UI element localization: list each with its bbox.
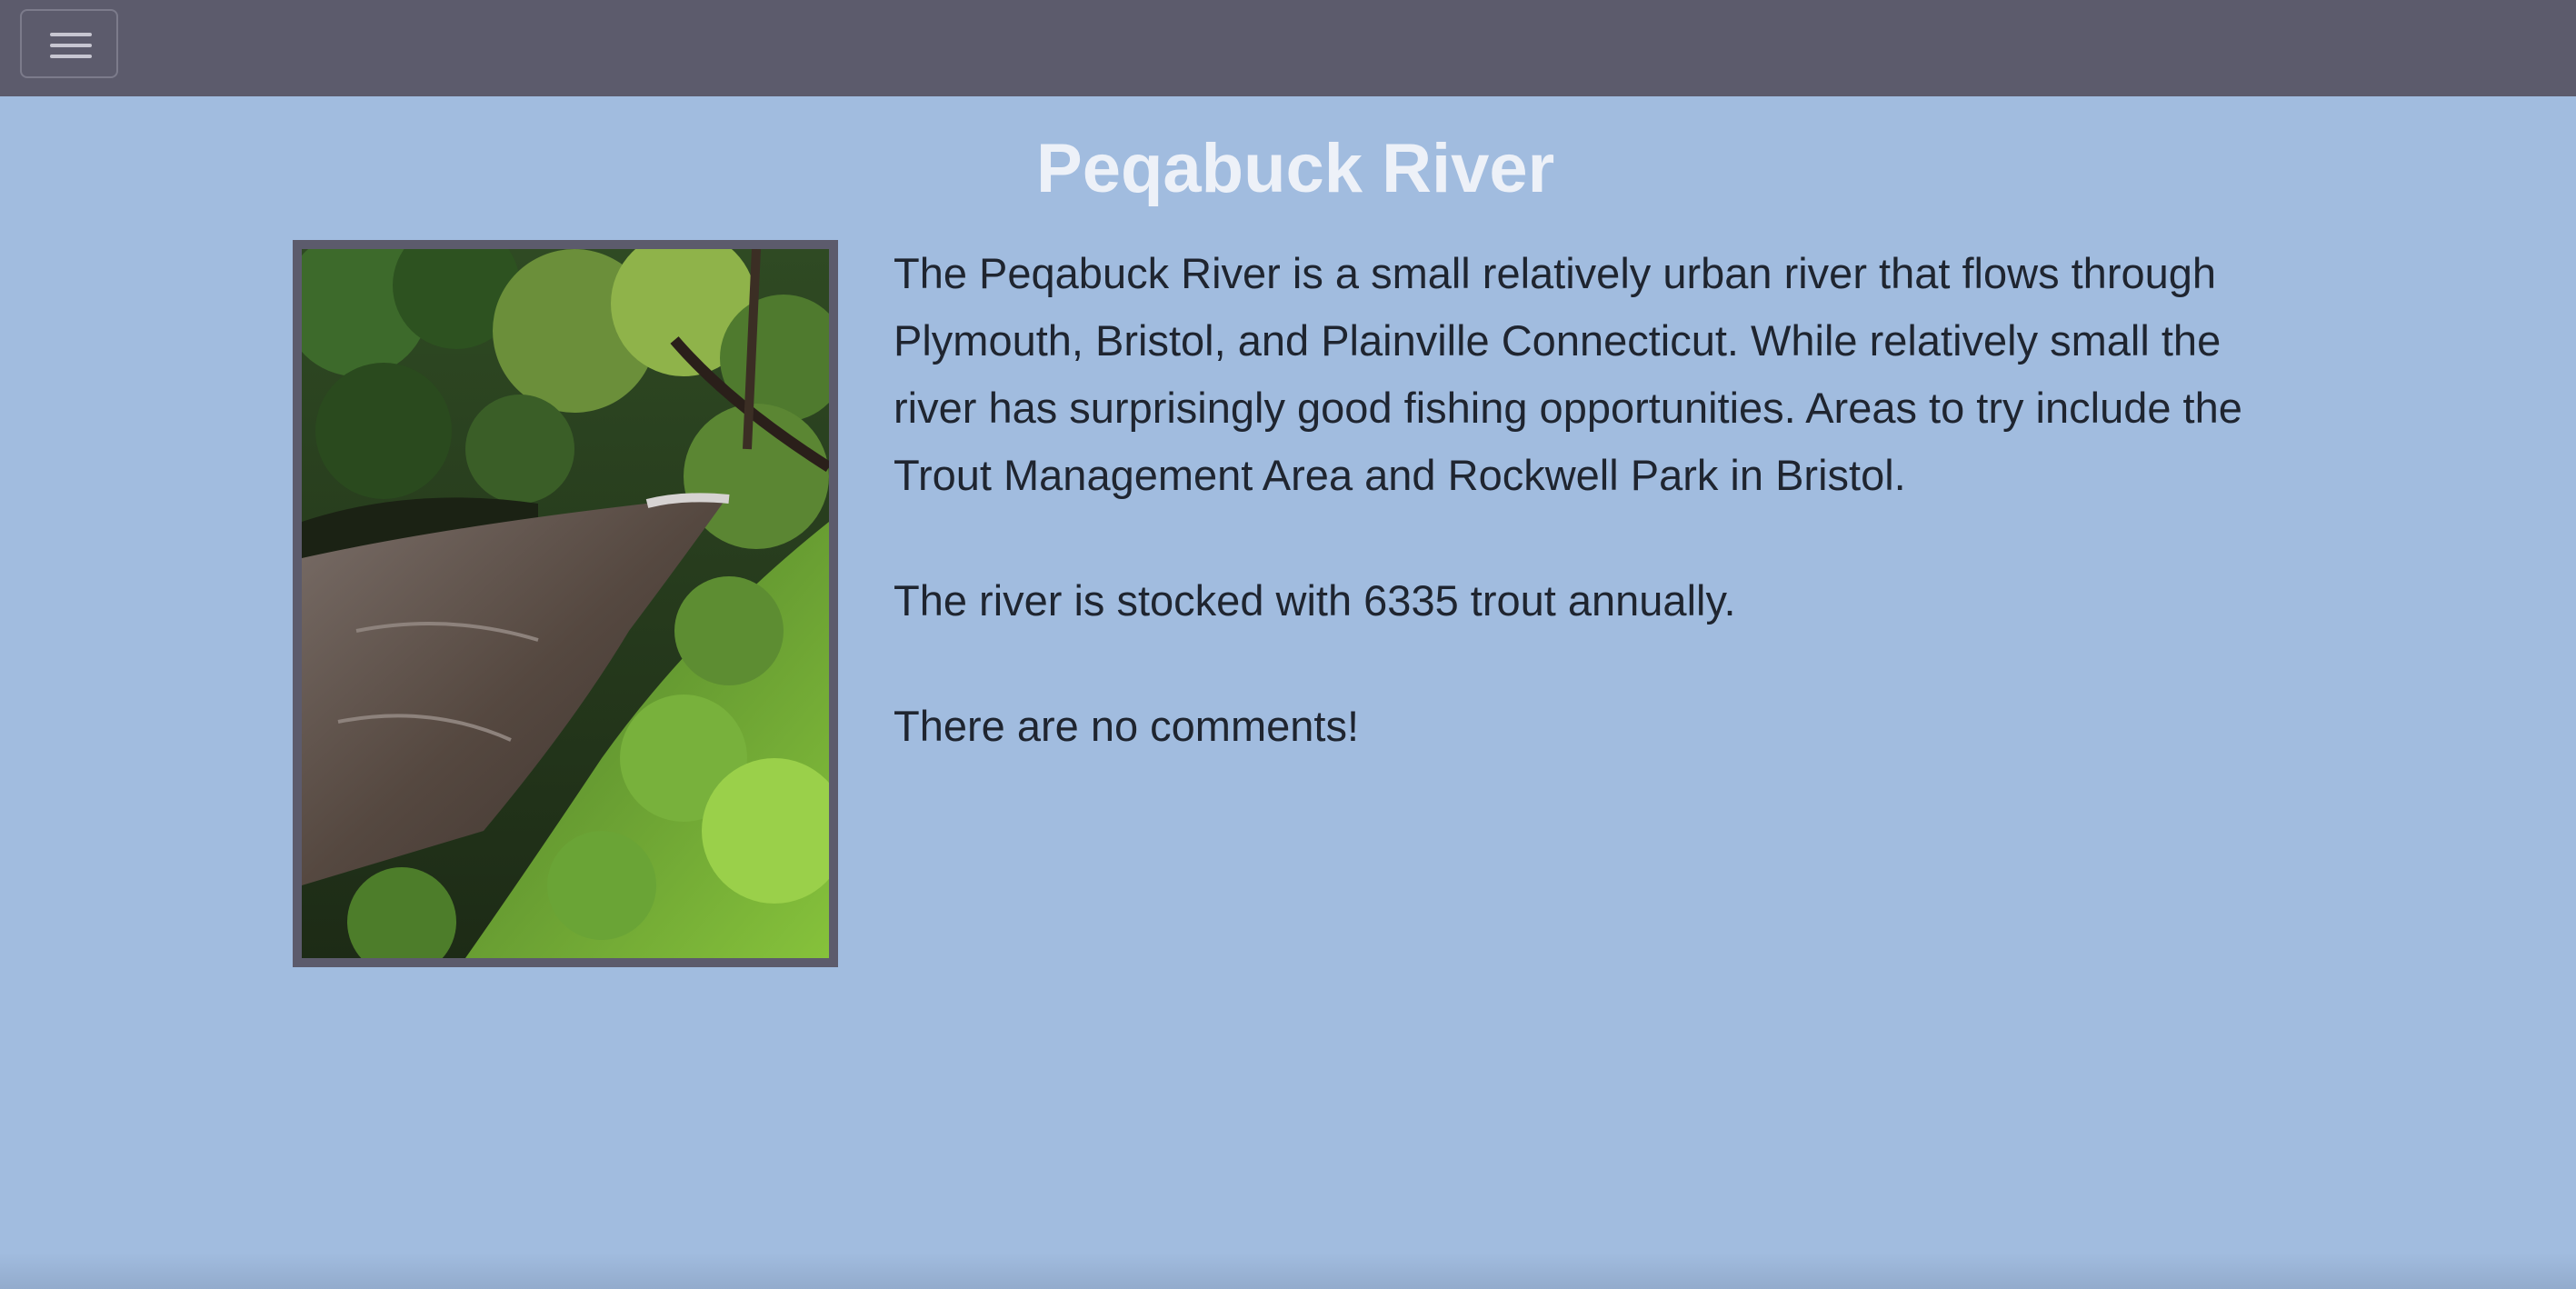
menu-toggle-button[interactable] [20, 9, 118, 78]
bottom-shadow [0, 1253, 2576, 1289]
page-title: Peqabuck River [1036, 130, 1555, 207]
river-details: The Peqabuck River is a small relatively… [894, 240, 2275, 818]
river-photo [293, 240, 838, 967]
river-photo-image [302, 249, 829, 958]
river-description: The Peqabuck River is a small relatively… [894, 249, 2242, 499]
comments-status: There are no comments! [894, 702, 1359, 750]
top-navbar [0, 0, 2576, 96]
stocking-info: The river is stocked with 6335 trout ann… [894, 576, 1736, 625]
